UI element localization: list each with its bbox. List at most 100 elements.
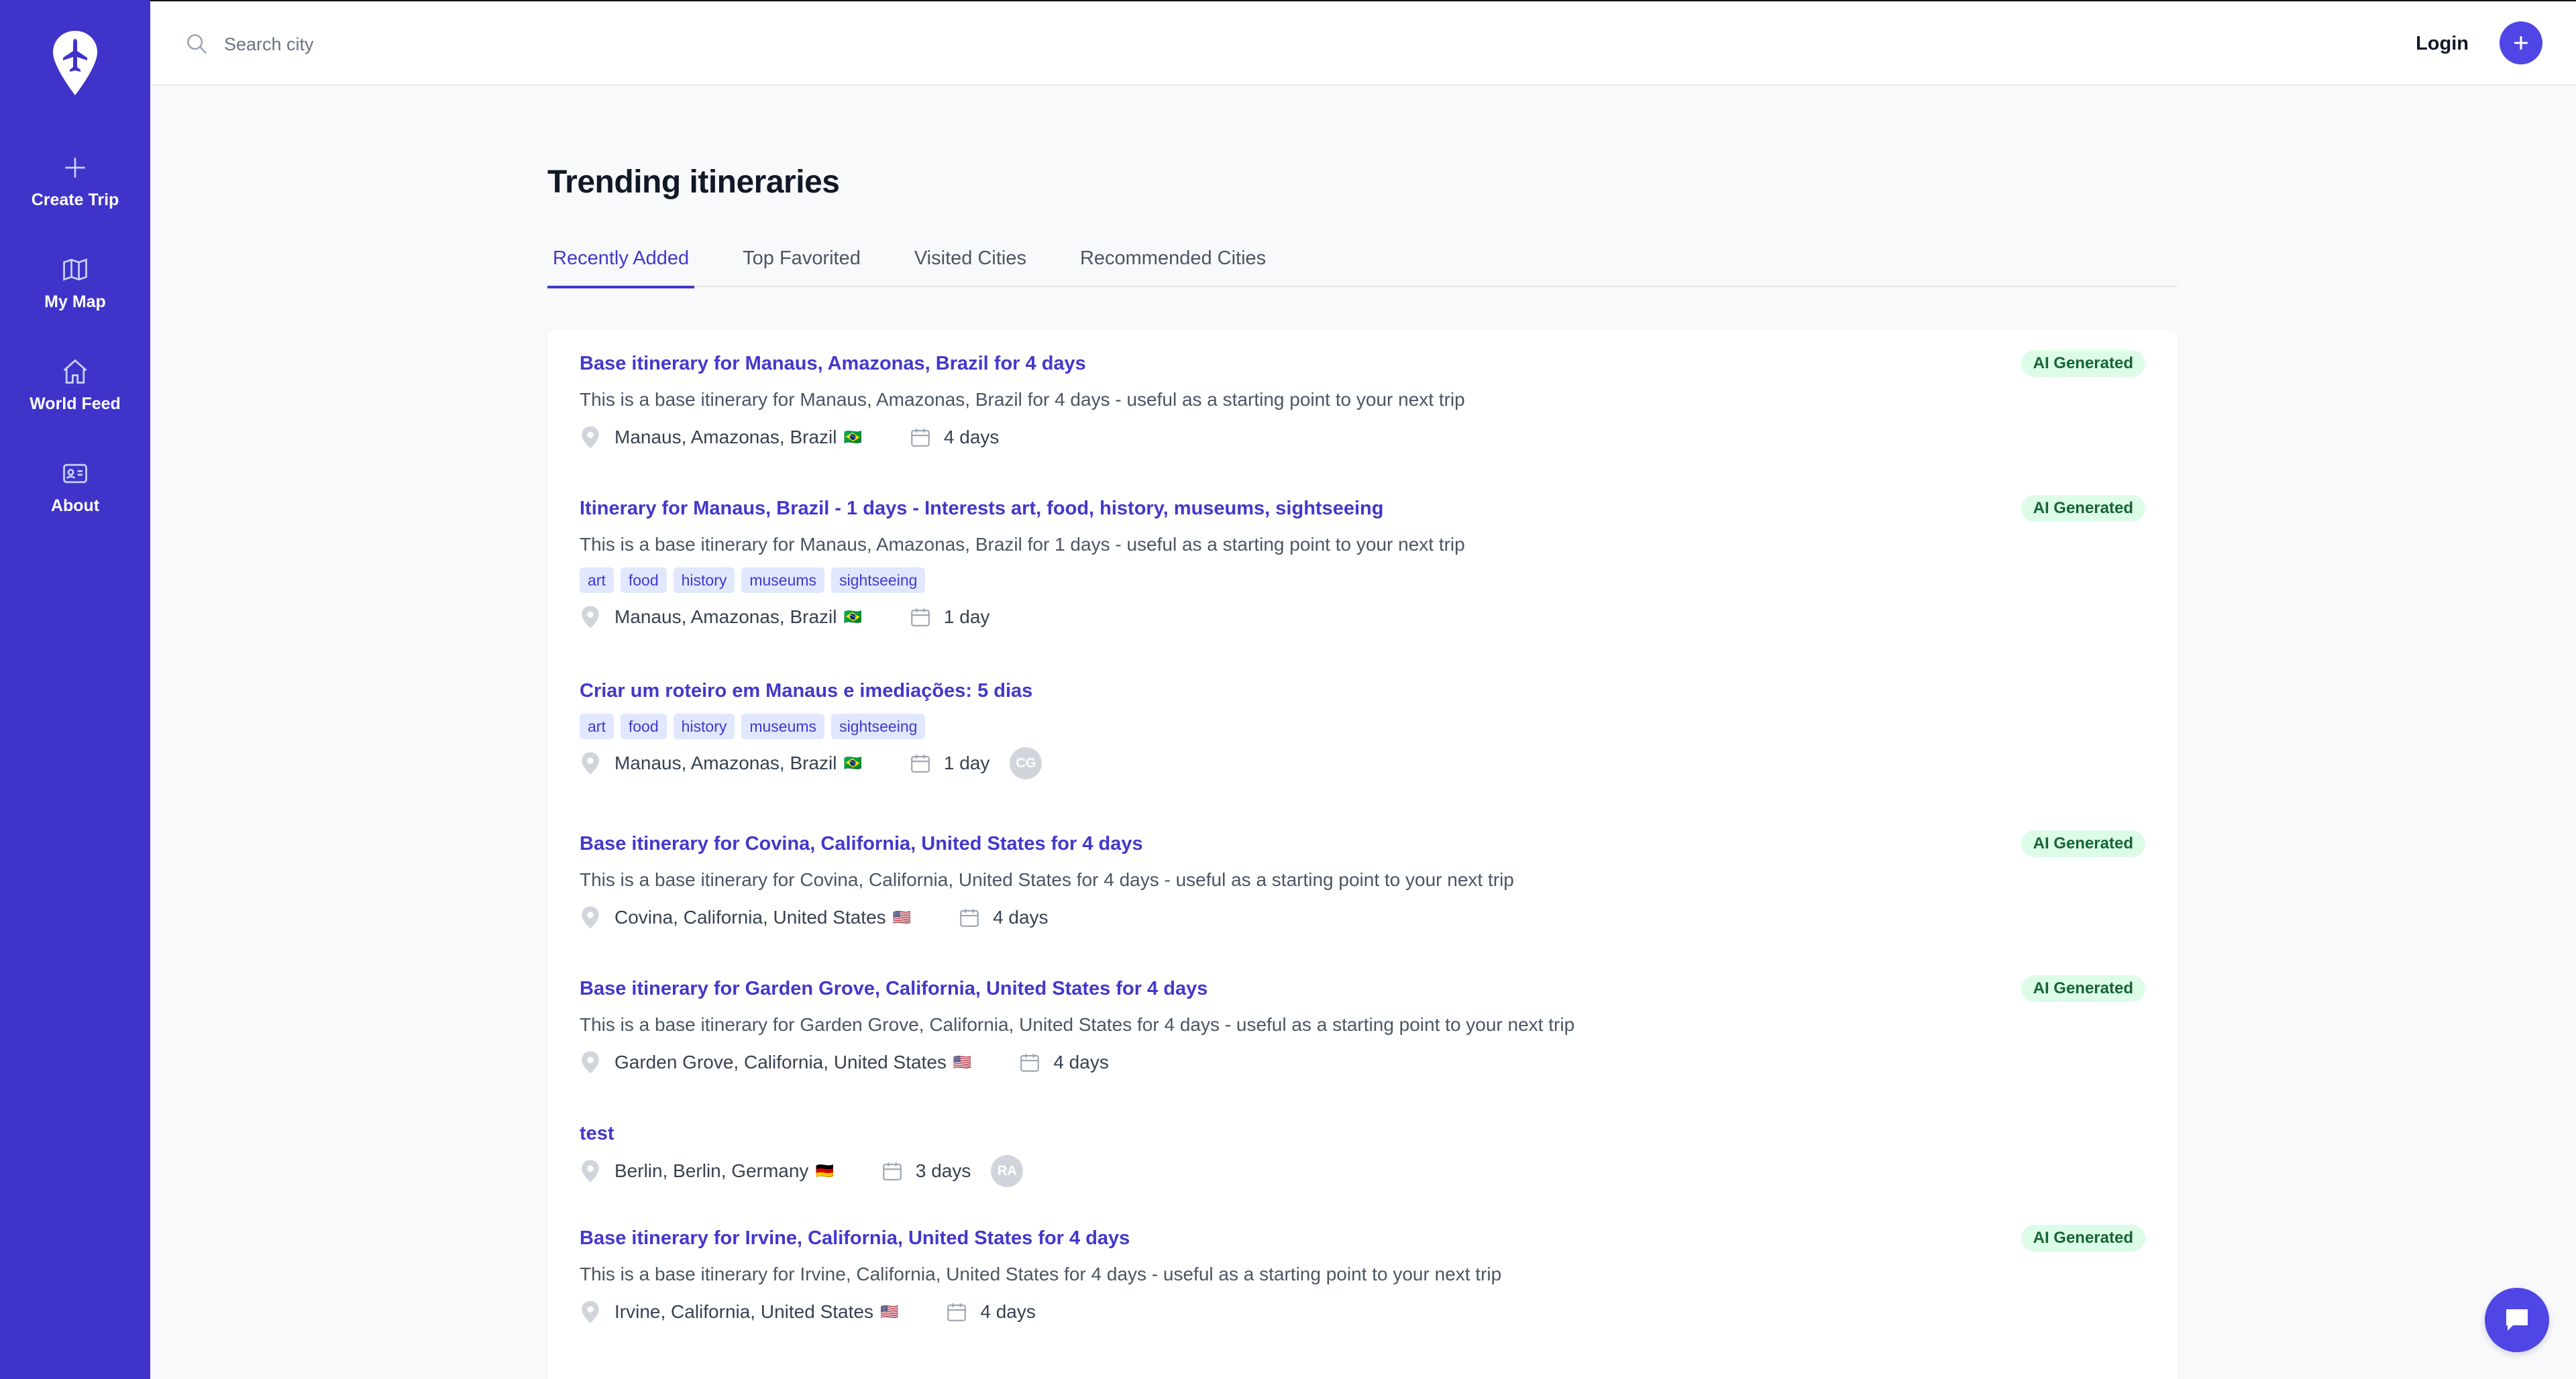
flag: 🇩🇪 [815,1162,834,1179]
itinerary-title-link[interactable]: Base itinerary for Irvine, California, U… [580,1225,2145,1252]
sidebar-item-my-map[interactable]: My Map [0,232,150,334]
location-text: Manaus, Amazonas, Brazil [614,753,837,773]
tag-list: art food history museums sightseeing [580,567,2145,593]
itinerary-description: This is a base itinerary for Covina, Cal… [580,869,1514,890]
duration: 1 day [909,606,989,628]
duration: 3 days [881,1160,971,1182]
location-text: Irvine, California, United States [614,1301,873,1322]
duration-text: 4 days [1053,1052,1109,1072]
calendar-icon [911,755,930,773]
itinerary-title-link[interactable]: Base itinerary for Covina, California, U… [580,830,2145,857]
tab-recently-added[interactable]: Recently Added [547,229,695,288]
itinerary-meta: Garden Grove, California, United States … [580,1048,2145,1077]
sidebar-item-label: About [50,496,100,515]
chat-button[interactable] [2485,1288,2549,1352]
map-icon [63,258,87,281]
itinerary-title-link[interactable]: test [580,1120,2145,1147]
flag: 🇧🇷 [843,429,862,445]
tag[interactable]: sightseeing [831,567,926,593]
list-item: Base itinerary for Manaus, Amazonas, Bra… [580,350,2145,452]
location: Covina, California, United States 🇺🇸 [580,905,911,930]
itinerary-title-link[interactable]: Base itinerary for Manaus, Amazonas, Bra… [580,350,2145,377]
ai-generated-badge: AI Generated [2021,495,2145,522]
search-input[interactable] [224,24,828,64]
location-text: Garden Grove, California, United States [614,1052,947,1072]
tag[interactable]: museums [741,567,825,593]
calendar-icon [883,1162,902,1180]
sidebar-item-world-feed[interactable]: World Feed [0,334,150,436]
tab-top-favorited[interactable]: Top Favorited [737,229,866,287]
plus-icon [65,157,85,178]
itinerary-description: This is a base itinerary for Manaus, Ama… [580,389,1465,410]
itinerary-meta: Covina, California, United States 🇺🇸 4 d… [580,903,2145,932]
duration: 4 days [1018,1051,1109,1074]
home-icon [63,359,87,384]
itinerary-title-link[interactable]: Criar um roteiro em Manaus e imediações:… [580,677,2145,704]
location: Irvine, California, United States 🇺🇸 [580,1300,898,1324]
tag[interactable]: art [580,714,614,739]
ai-generated-badge: AI Generated [2021,975,2145,1002]
location-pin-icon [582,426,599,449]
itinerary-list: Base itinerary for Manaus, Amazonas, Bra… [547,330,2178,1379]
list-item: Itinerary for Manaus, Brazil - 1 days - … [580,495,2145,632]
flag: 🇧🇷 [843,608,862,625]
duration-text: 4 days [943,427,1000,447]
flag: 🇧🇷 [843,755,862,771]
avatar[interactable]: RA [991,1155,1024,1187]
duration: 4 days [909,426,1000,449]
avatar[interactable]: CG [1010,747,1042,779]
calendar-icon [911,429,930,447]
login-button[interactable]: Login [2416,27,2469,60]
location-pin-icon [582,1301,599,1323]
sidebar: Create Trip My Map World Feed About [0,0,150,1379]
location: Manaus, Amazonas, Brazil 🇧🇷 [580,425,862,449]
tag[interactable]: history [673,714,735,739]
tag[interactable]: food [620,567,667,593]
sidebar-item-about[interactable]: About [0,436,150,538]
ai-generated-badge: AI Generated [2021,350,2145,377]
sidebar-item-label: My Map [44,292,106,311]
add-button[interactable] [2500,21,2542,64]
duration: 4 days [958,906,1049,929]
ai-generated-badge: AI Generated [2021,1225,2145,1252]
tab-recommended-cities[interactable]: Recommended Cities [1075,229,1271,287]
sidebar-nav: Create Trip My Map World Feed About [0,130,150,538]
list-item: Base itinerary for Covina, California, U… [580,830,2145,932]
itinerary-meta: Manaus, Amazonas, Brazil 🇧🇷 1 day [580,602,2145,632]
tag[interactable]: art [580,567,614,593]
location: Manaus, Amazonas, Brazil 🇧🇷 [580,751,862,775]
topbar: Login [150,0,2576,86]
tag[interactable]: museums [741,714,825,739]
tag[interactable]: food [620,714,667,739]
location-pin-icon [582,1051,599,1074]
duration: 4 days [945,1301,1036,1323]
itinerary-meta: Manaus, Amazonas, Brazil 🇧🇷 4 days [580,423,2145,452]
tag[interactable]: history [673,567,735,593]
itinerary-title-link[interactable]: Itinerary for Manaus, Brazil - 1 days - … [580,495,2145,522]
id-card-icon [63,463,87,483]
duration-text: 4 days [980,1301,1036,1322]
location-text: Manaus, Amazonas, Brazil [614,427,837,447]
itinerary-title-link[interactable]: Base itinerary for Garden Grove, Califor… [580,975,2145,1002]
plane-pin-logo-icon[interactable] [52,30,99,97]
location-text: Berlin, Berlin, Germany [614,1160,809,1181]
location-pin-icon [582,752,599,775]
itinerary-meta: Berlin, Berlin, Germany 🇩🇪 3 days RA [580,1155,2145,1187]
list-item: Criar um roteiro em Manaus e imediações:… [580,677,2145,779]
sidebar-item-create-trip[interactable]: Create Trip [0,130,150,232]
duration-text: 3 days [915,1160,971,1181]
flag: 🇺🇸 [892,909,912,926]
tab-visited-cities[interactable]: Visited Cities [909,229,1032,287]
itinerary-description: This is a base itinerary for Irvine, Cal… [580,1264,1502,1284]
location: Berlin, Berlin, Germany 🇩🇪 [580,1159,834,1183]
calendar-icon [1020,1054,1040,1072]
duration: 1 day [909,752,989,775]
tag[interactable]: sightseeing [831,714,926,739]
calendar-icon [947,1303,967,1321]
calendar-icon [960,909,979,927]
list-item: Base itinerary for Garden Grove, Califor… [580,975,2145,1077]
location-text: Covina, California, United States [614,907,886,928]
location-pin-icon [582,1160,599,1182]
tag-list: art food history museums sightseeing [580,714,2145,739]
location: Garden Grove, California, United States … [580,1050,971,1074]
